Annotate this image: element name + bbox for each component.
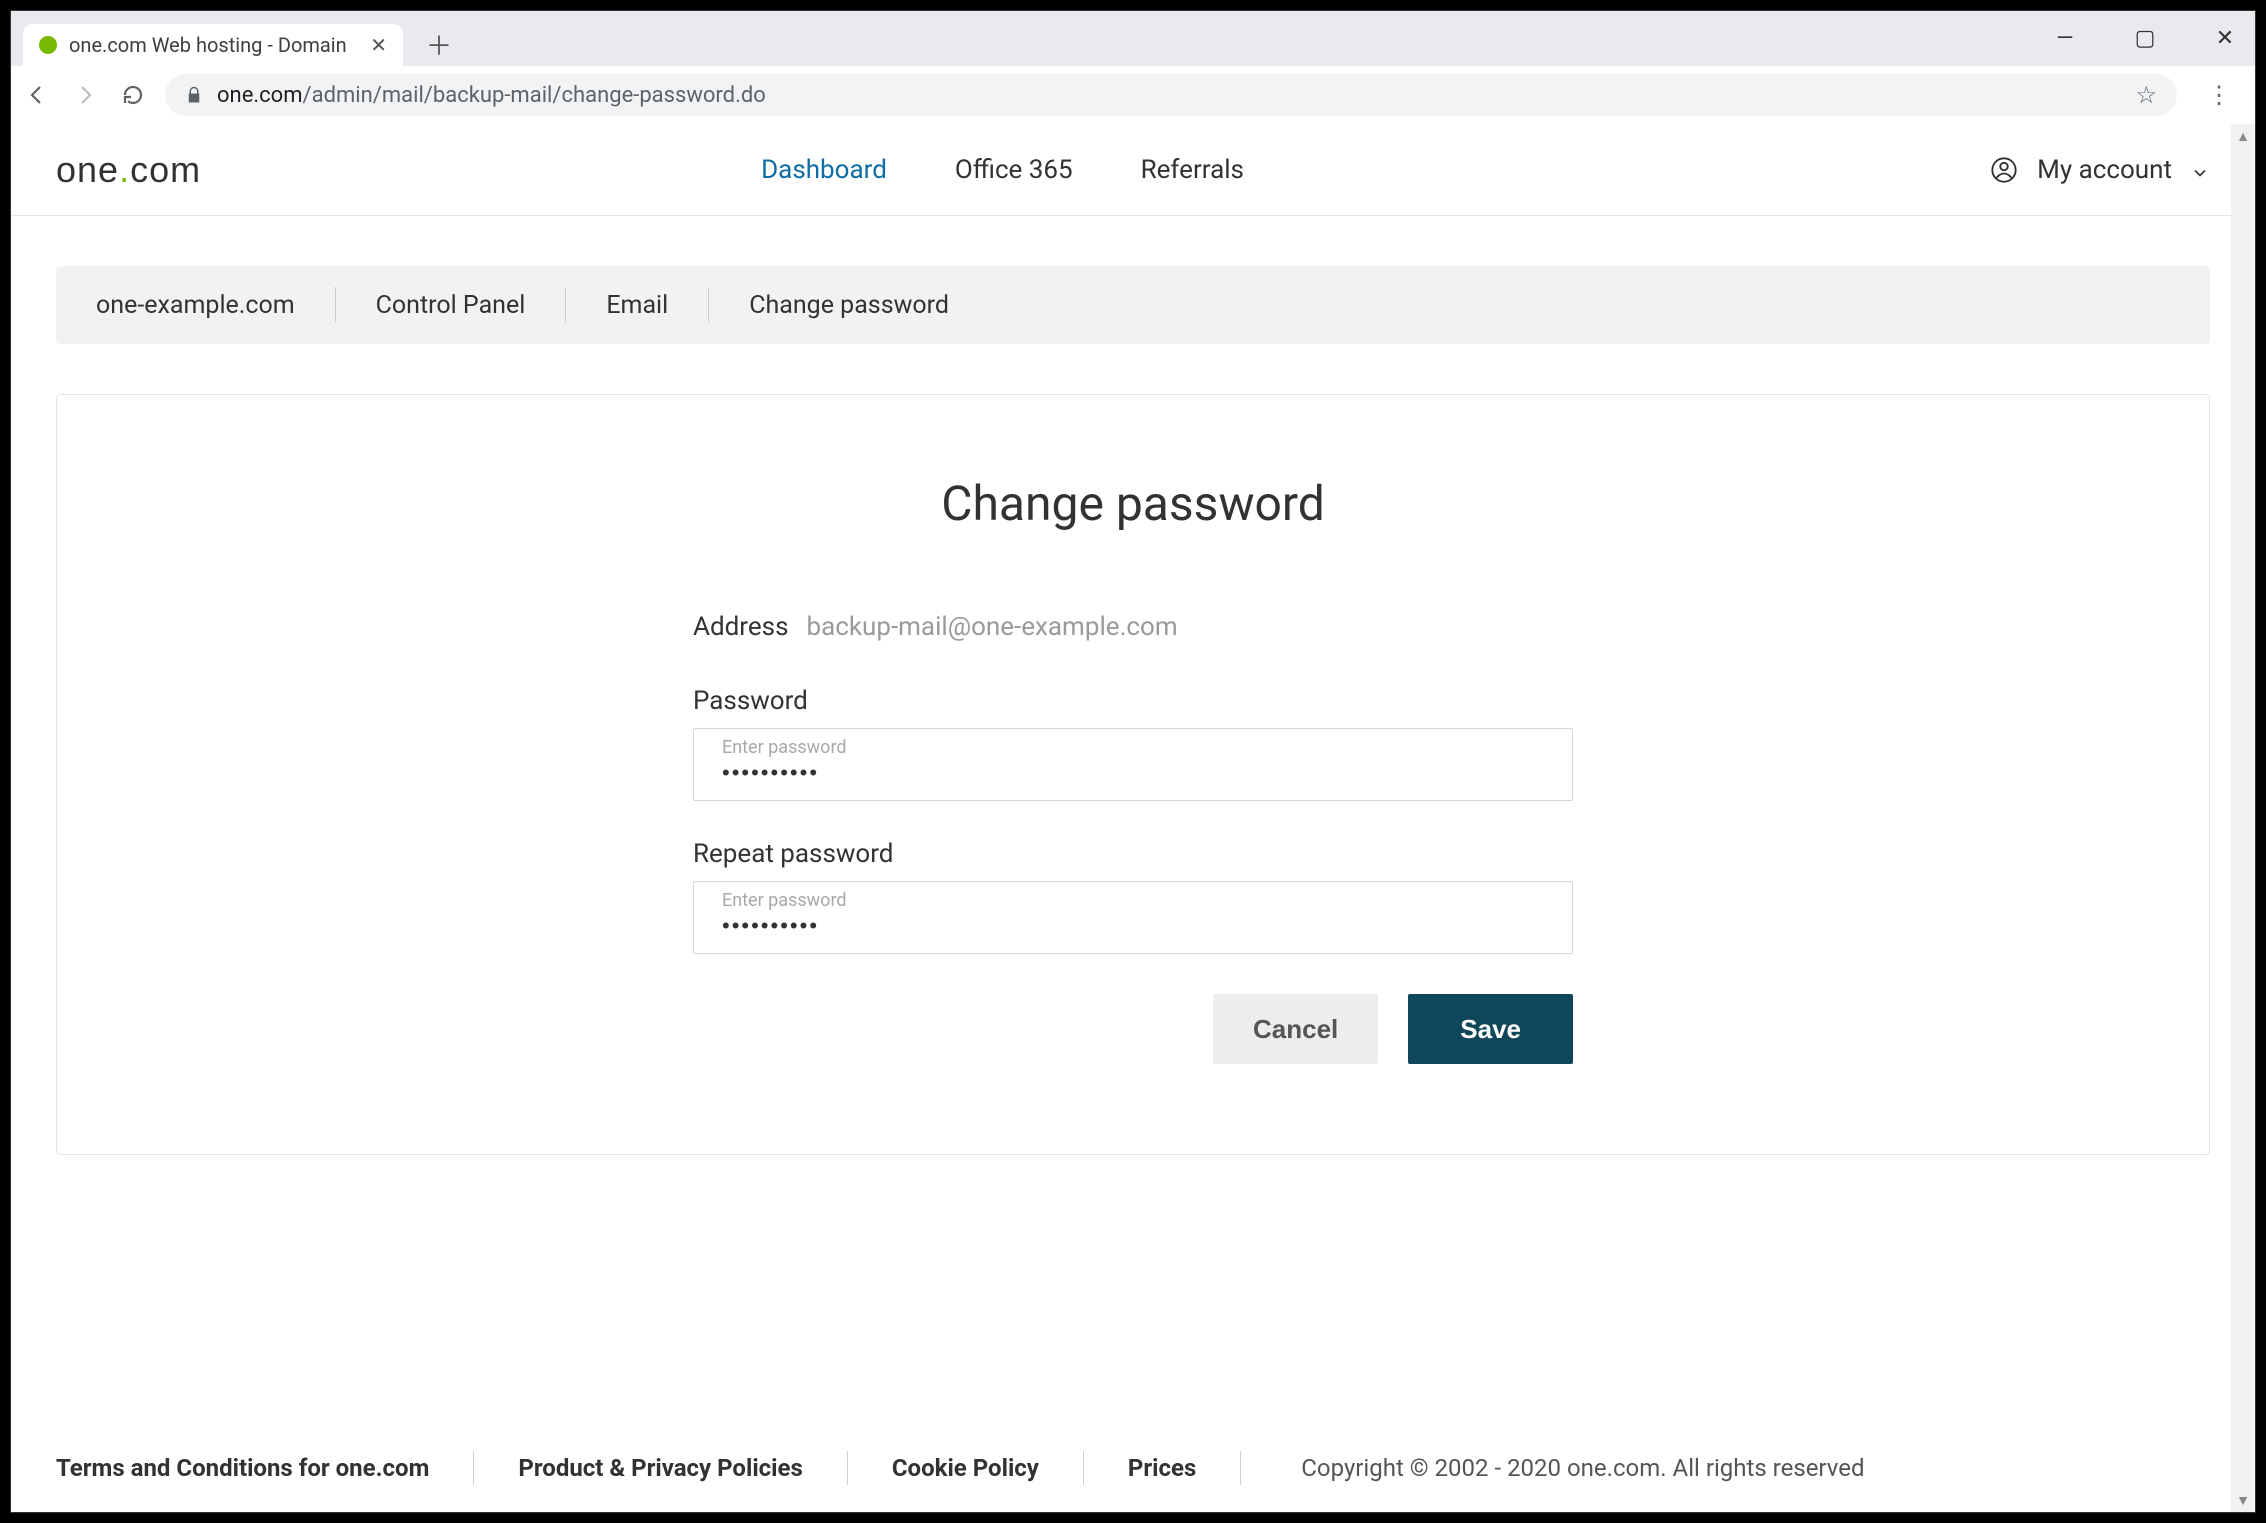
browser-chrome: one.com Web hosting - Domain ✕ ＋ — ▢ ✕: [11, 11, 2255, 124]
url-path: /admin/mail/backup-mail/change-password.…: [303, 83, 766, 108]
address-bar: one.com/admin/mail/backup-mail/change-pa…: [11, 66, 2255, 124]
crumb-email[interactable]: Email: [566, 291, 708, 320]
repeat-password-field-container: Enter password: [693, 881, 1573, 954]
nav-referrals[interactable]: Referrals: [1141, 155, 1244, 185]
password-input[interactable]: [722, 760, 1544, 786]
save-button[interactable]: Save: [1408, 994, 1573, 1064]
repeat-floating-label: Enter password: [722, 890, 1544, 911]
address-row: Address backup-mail@one-example.com: [693, 612, 1573, 642]
crumb-change-password[interactable]: Change password: [709, 291, 989, 320]
site-header: one.com Dashboard Office 365 Referrals M…: [11, 124, 2255, 216]
back-button[interactable]: [21, 79, 53, 111]
crumb-domain[interactable]: one-example.com: [56, 291, 335, 320]
repeat-password-label: Repeat password: [693, 839, 1573, 869]
account-label: My account: [2037, 155, 2172, 185]
favicon-icon: [39, 36, 57, 54]
button-row: Cancel Save: [693, 994, 1573, 1064]
address-label: Address: [693, 612, 788, 642]
browser-menu-button[interactable]: ⋮: [2193, 81, 2245, 109]
address-value: backup-mail@one-example.com: [806, 612, 1177, 642]
footer-separator: [1240, 1451, 1241, 1485]
user-icon: [1989, 155, 2019, 185]
footer-link-privacy[interactable]: Product & Privacy Policies: [474, 1454, 846, 1482]
window-controls: — ▢ ✕: [2045, 11, 2245, 66]
logo-dot: .: [119, 149, 130, 190]
repeat-password-input[interactable]: [722, 913, 1544, 939]
footer-link-terms[interactable]: Terms and Conditions for one.com: [56, 1454, 473, 1482]
footer-link-cookie[interactable]: Cookie Policy: [848, 1454, 1083, 1482]
nav-dashboard[interactable]: Dashboard: [761, 155, 887, 185]
scroll-up-icon[interactable]: ▲: [2231, 124, 2255, 148]
copyright-text: Copyright © 2002 - 2020 one.com. All rig…: [1301, 1454, 1864, 1482]
password-field-container: Enter password: [693, 728, 1573, 801]
crumb-control-panel[interactable]: Control Panel: [336, 291, 566, 320]
lock-icon: [185, 86, 203, 104]
minimize-button[interactable]: —: [2045, 26, 2085, 51]
page-title: Change password: [57, 475, 2209, 532]
cancel-button[interactable]: Cancel: [1213, 994, 1378, 1064]
url-input[interactable]: one.com/admin/mail/backup-mail/change-pa…: [165, 74, 2177, 116]
bookmark-star-icon[interactable]: ☆: [2135, 81, 2157, 109]
browser-tab[interactable]: one.com Web hosting - Domain ✕: [23, 24, 403, 66]
site-footer: Terms and Conditions for one.com Product…: [11, 1424, 2255, 1512]
forward-button[interactable]: [69, 79, 101, 111]
close-tab-icon[interactable]: ✕: [370, 33, 387, 57]
footer-link-prices[interactable]: Prices: [1084, 1454, 1240, 1482]
chevron-down-icon: [2190, 160, 2210, 180]
nav-office365[interactable]: Office 365: [955, 155, 1073, 185]
new-tab-button[interactable]: ＋: [421, 26, 457, 62]
password-label: Password: [693, 686, 1573, 716]
tab-bar: one.com Web hosting - Domain ✕ ＋ — ▢ ✕: [11, 11, 2255, 66]
breadcrumb: one-example.com Control Panel Email Chan…: [56, 266, 2210, 344]
url-host: one.com: [217, 83, 303, 108]
reload-button[interactable]: [117, 79, 149, 111]
maximize-button[interactable]: ▢: [2125, 26, 2165, 51]
logo-part-1: one: [56, 149, 119, 190]
logo[interactable]: one.com: [56, 149, 201, 191]
change-password-card: Change password Address backup-mail@one-…: [56, 394, 2210, 1155]
tab-title: one.com Web hosting - Domain: [69, 33, 358, 57]
page-content: ▲ ▼ one.com Dashboard Office 365 Referra…: [11, 124, 2255, 1512]
close-window-button[interactable]: ✕: [2205, 26, 2245, 51]
password-floating-label: Enter password: [722, 737, 1544, 758]
scrollbar[interactable]: ▲ ▼: [2231, 124, 2255, 1512]
main-nav: Dashboard Office 365 Referrals: [761, 155, 1244, 185]
logo-part-2: com: [130, 149, 201, 190]
account-menu[interactable]: My account: [1989, 155, 2210, 185]
